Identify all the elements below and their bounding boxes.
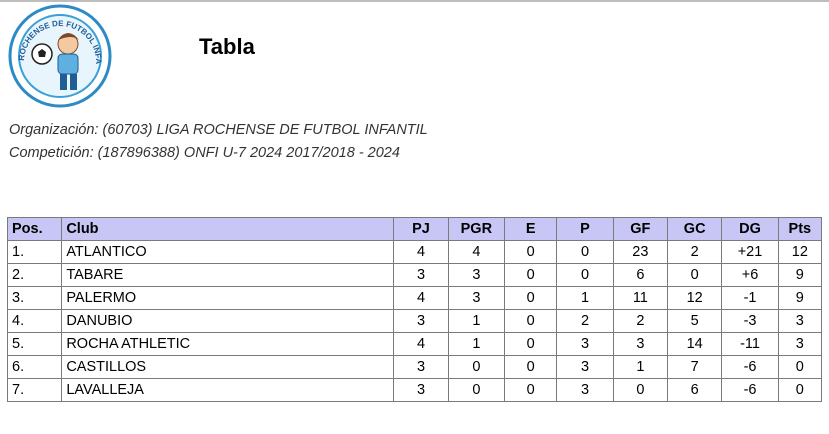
cell-gc: 5 (667, 309, 723, 333)
cell-gf: 23 (612, 240, 669, 264)
cell-pos: 4. (6, 309, 63, 333)
cell-p: 0 (556, 240, 614, 264)
cell-pgr: 4 (447, 240, 506, 264)
cell-pos: 5. (6, 332, 63, 356)
competition-line: Competición: (187896388) ONFI U-7 2024 2… (9, 145, 400, 161)
cell-pgr: 1 (447, 309, 506, 333)
cell-gc: 6 (667, 378, 723, 402)
cell-dg: -11 (721, 332, 779, 356)
cell-gf: 2 (612, 309, 669, 333)
table-row: 2. TABARE 3 3 0 0 6 0 +6 9 (6, 263, 823, 287)
table-row: 4. DANUBIO 3 1 0 2 2 5 -3 3 (6, 309, 823, 333)
cell-pgr: 3 (447, 286, 506, 310)
cell-pts: 3 (777, 332, 823, 356)
col-header-p: P (556, 217, 614, 241)
table-row: 5. ROCHA ATHLETIC 4 1 0 3 3 14 -11 3 (6, 332, 823, 356)
cell-pj: 4 (393, 240, 449, 264)
col-header-pgr: PGR (447, 217, 506, 241)
cell-gf: 11 (612, 286, 669, 310)
cell-pos: 6. (6, 355, 63, 379)
col-header-dg: DG (721, 217, 779, 241)
cell-gf: 6 (612, 263, 669, 287)
cell-p: 3 (556, 332, 614, 356)
cell-pts: 9 (777, 286, 823, 310)
cell-e: 0 (504, 263, 558, 287)
cell-gc: 0 (667, 263, 723, 287)
cell-pos: 3. (6, 286, 63, 310)
cell-pj: 4 (393, 286, 449, 310)
cell-e: 0 (504, 240, 558, 264)
cell-pj: 4 (393, 332, 449, 356)
cell-pts: 3 (777, 309, 823, 333)
cell-gc: 14 (667, 332, 723, 356)
cell-e: 0 (504, 332, 558, 356)
cell-club: DANUBIO (61, 309, 395, 333)
col-header-pj: PJ (393, 217, 449, 241)
cell-pgr: 0 (447, 355, 506, 379)
cell-gf: 0 (612, 378, 669, 402)
cell-club: ATLANTICO (61, 240, 395, 264)
cell-pj: 3 (393, 263, 449, 287)
standings-table: Pos. Club PJ PGR E P GF GC DG Pts 1. ATLA… (6, 217, 823, 402)
cell-pgr: 0 (447, 378, 506, 402)
cell-dg: -6 (721, 378, 779, 402)
organization-line: Organización: (60703) LIGA ROCHENSE DE F… (9, 122, 428, 138)
cell-gc: 2 (667, 240, 723, 264)
cell-dg: -3 (721, 309, 779, 333)
cell-e: 0 (504, 378, 558, 402)
cell-p: 1 (556, 286, 614, 310)
cell-dg: +21 (721, 240, 779, 264)
col-header-gf: GF (612, 217, 669, 241)
cell-pj: 3 (393, 355, 449, 379)
cell-pj: 3 (393, 378, 449, 402)
col-header-e: E (504, 217, 558, 241)
cell-p: 0 (556, 263, 614, 287)
cell-e: 0 (504, 355, 558, 379)
cell-club: TABARE (61, 263, 395, 287)
cell-pos: 7. (6, 378, 63, 402)
table-body: 1. ATLANTICO 4 4 0 0 23 2 +21 12 2. TABARE 3 3 0 0 6 0 +6 9… (6, 240, 823, 402)
cell-pgr: 1 (447, 332, 506, 356)
table-row: 7. LAVALLEJA 3 0 0 3 0 6 -6 0 (6, 378, 823, 402)
cell-gc: 12 (667, 286, 723, 310)
cell-dg: -1 (721, 286, 779, 310)
cell-gf: 3 (612, 332, 669, 356)
league-logo: LIGA ROCHENSE DE FUTBOL INFANTIL (8, 4, 112, 108)
cell-e: 0 (504, 309, 558, 333)
cell-pts: 12 (777, 240, 823, 264)
cell-club: CASTILLOS (61, 355, 395, 379)
col-header-pts: Pts (777, 217, 823, 241)
cell-pts: 0 (777, 378, 823, 402)
cell-pos: 1. (6, 240, 63, 264)
cell-pos: 2. (6, 263, 63, 287)
table-row: 3. PALERMO 4 3 0 1 11 12 -1 9 (6, 286, 823, 310)
cell-gc: 7 (667, 355, 723, 379)
cell-p: 3 (556, 378, 614, 402)
top-divider (0, 0, 829, 2)
page-title: Tabla (199, 34, 255, 59)
cell-gf: 1 (612, 355, 669, 379)
table-row: 6. CASTILLOS 3 0 0 3 1 7 -6 0 (6, 355, 823, 379)
cell-club: LAVALLEJA (61, 378, 395, 402)
cell-pj: 3 (393, 309, 449, 333)
cell-club: ROCHA ATHLETIC (61, 332, 395, 356)
col-header-club: Club (61, 217, 395, 241)
col-header-gc: GC (667, 217, 723, 241)
cell-p: 3 (556, 355, 614, 379)
cell-pts: 0 (777, 355, 823, 379)
cell-pgr: 3 (447, 263, 506, 287)
cell-e: 0 (504, 286, 558, 310)
cell-p: 2 (556, 309, 614, 333)
table-row: 1. ATLANTICO 4 4 0 0 23 2 +21 12 (6, 240, 823, 264)
col-header-pos: Pos. (6, 217, 63, 241)
cell-club: PALERMO (61, 286, 395, 310)
cell-dg: -6 (721, 355, 779, 379)
cell-dg: +6 (721, 263, 779, 287)
cell-pts: 9 (777, 263, 823, 287)
table-header-row: Pos. Club PJ PGR E P GF GC DG Pts (6, 217, 823, 241)
